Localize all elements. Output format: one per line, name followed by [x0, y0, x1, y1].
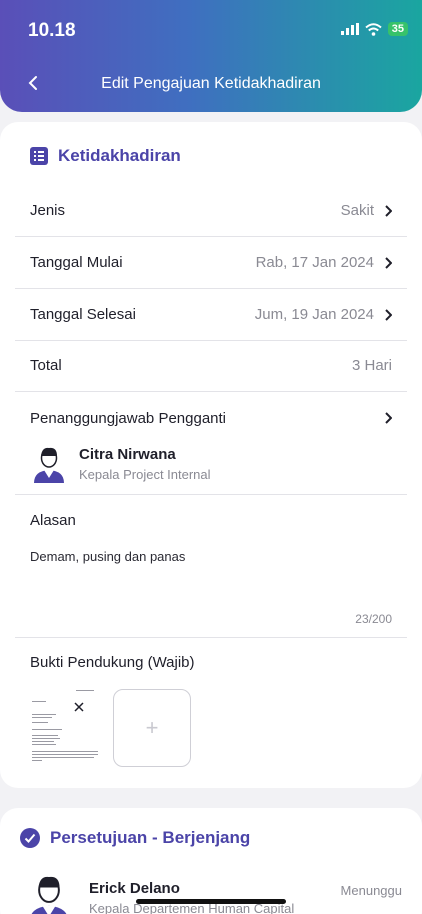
approval-status: Menunggu: [340, 883, 402, 898]
page-title: Edit Pengajuan Ketidakhadiran: [101, 75, 321, 92]
row-value: 3 Hari: [351, 357, 392, 374]
approval-section-title: Persetujuan - Berjenjang: [50, 828, 251, 847]
divider: [15, 637, 407, 638]
row-tanggal-selesai[interactable]: Tanggal Selesai Jum, 19 Jan 2024: [15, 289, 407, 341]
row-label: Total: [30, 357, 62, 374]
plus-icon: +: [145, 715, 159, 740]
avatar: [34, 447, 64, 483]
row-total: Total 3 Hari: [15, 340, 407, 392]
row-label: Tanggal Mulai: [30, 254, 123, 271]
divider: [15, 494, 407, 495]
row-value: Jum, 19 Jan 2024: [254, 306, 374, 323]
row-substitute[interactable]: Penanggungjawab Pengganti: [15, 392, 407, 444]
absence-section-title: Ketidakhadiran: [58, 146, 181, 165]
list-icon: [30, 147, 48, 165]
battery-icon: 35: [387, 22, 408, 36]
status-icons: 35: [340, 22, 408, 36]
substitute-role: Kepala Project Internal: [79, 467, 211, 482]
approver-person: Erick Delano Kepala Departemen Human Cap…: [24, 873, 294, 914]
signal-icon: [340, 23, 359, 35]
absence-section-header: Ketidakhadiran: [30, 146, 181, 166]
approver-name: Erick Delano: [89, 880, 180, 897]
reason-label: Alasan: [30, 512, 76, 529]
app-header: 10.18 35 Edit Pengajuan Ketidakhadiran: [0, 0, 422, 112]
avatar: [31, 876, 67, 914]
chevron-right-icon: [385, 412, 392, 424]
char-counter: 23/200: [355, 612, 392, 626]
substitute-person: Citra Nirwana Kepala Project Internal: [30, 445, 211, 483]
row-jenis[interactable]: Jenis Sakit: [15, 185, 407, 237]
check-circle-icon: [20, 828, 40, 848]
evidence-thumbnail[interactable]: [30, 688, 102, 768]
approval-section-header: Persetujuan - Berjenjang: [20, 828, 250, 848]
evidence-label: Bukti Pendukung (Wajib): [30, 654, 195, 671]
row-tanggal-mulai[interactable]: Tanggal Mulai Rab, 17 Jan 2024: [15, 237, 407, 289]
wifi-icon: [365, 22, 382, 36]
add-evidence-button[interactable]: +: [113, 689, 191, 767]
row-value: Rab, 17 Jan 2024: [255, 254, 374, 271]
home-indicator: [136, 899, 286, 904]
substitute-name: Citra Nirwana: [79, 446, 176, 463]
chevron-right-icon: [385, 204, 392, 217]
chevron-right-icon: [385, 308, 392, 321]
reason-input[interactable]: Demam, pusing dan panas: [30, 549, 185, 564]
chevron-right-icon: [385, 256, 392, 269]
row-label: Penanggungjawab Pengganti: [30, 409, 227, 427]
row-label: Tanggal Selesai: [30, 306, 136, 323]
row-label: Jenis: [30, 202, 66, 219]
row-value: Sakit: [340, 202, 374, 219]
close-icon[interactable]: [74, 702, 84, 712]
status-time: 10.18: [28, 20, 76, 41]
